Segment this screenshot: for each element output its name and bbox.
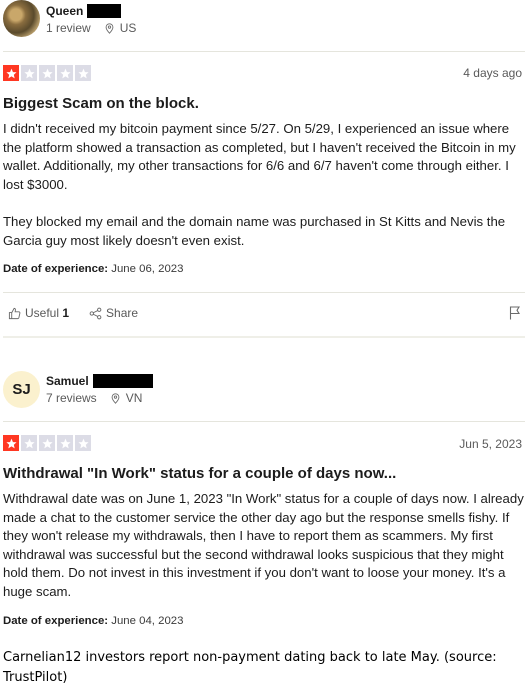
redaction-bar [92, 374, 153, 388]
star-icon [39, 435, 55, 451]
reviewer-avatar[interactable]: SJ [3, 371, 40, 408]
star-icon [57, 435, 73, 451]
star-icon [3, 435, 19, 451]
reviewer-name[interactable]: Samuel [46, 374, 89, 388]
reviewer-name-row: Samuel [46, 374, 153, 388]
divider [3, 421, 525, 422]
experience-label: Date of experience: [3, 615, 109, 627]
experience-date: June 04, 2023 [111, 615, 184, 627]
location-pin-icon [111, 392, 120, 404]
date-of-experience: Date of experience: June 04, 2023 [3, 615, 183, 627]
review-count: 7 reviews [46, 391, 97, 405]
image-caption: Carnelian12 investors report non-payment… [3, 650, 497, 685]
star-icon [75, 435, 91, 451]
reviewer-country: VN [111, 391, 143, 405]
review-body: Withdrawal date was on June 1, 2023 "In … [3, 491, 524, 599]
review-title[interactable]: Withdrawal "In Work" status for a couple… [3, 465, 396, 482]
country-code: VN [125, 391, 143, 405]
star-icon [21, 435, 37, 451]
review-date: Jun 5, 2023 [459, 437, 522, 451]
review-card: SJ Samuel 7 reviews VN Jun 5, 2023 Withd… [0, 0, 525, 638]
star-rating [3, 435, 91, 451]
reviewer-meta: 7 reviews VN [46, 391, 142, 405]
